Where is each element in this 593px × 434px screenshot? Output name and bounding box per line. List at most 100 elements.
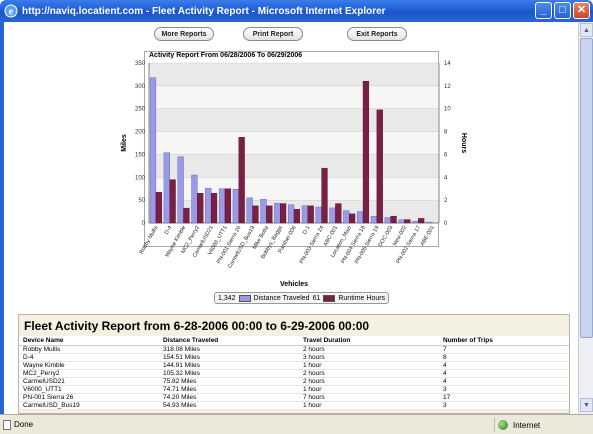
vertical-scrollbar[interactable]: ▲ ▼ — [578, 22, 593, 414]
y2-tick-label: 0 — [444, 221, 448, 227]
y2-tick-label: 8 — [444, 130, 448, 136]
table-cell: 7 — [439, 345, 569, 354]
bar-runtime — [307, 205, 314, 224]
table-cell: 17 — [439, 393, 569, 402]
y2-tick-label: 4 — [444, 175, 448, 181]
table-cell: V6000_UTT1 — [19, 385, 159, 394]
scroll-down-icon[interactable]: ▼ — [580, 398, 593, 412]
bar-runtime — [169, 179, 176, 224]
x-tick-label: Robby Mullis — [139, 225, 160, 255]
table-row: V6000_UTT1 74.71 Miles 1 hour 3 — [19, 385, 569, 394]
bar-distance — [246, 197, 253, 224]
table-row: CarmelUSD21 75.82 Miles 2 hours 4 — [19, 377, 569, 386]
bar-distance — [357, 211, 364, 224]
bar-runtime — [252, 205, 259, 224]
status-bar: Done Internet — [0, 414, 593, 434]
bar-runtime — [238, 137, 245, 224]
hours-swatch — [323, 294, 336, 302]
table-header-row: Device Name Distance Traveled Travel Dur… — [19, 336, 569, 346]
table-cell: D-4 — [19, 353, 159, 362]
scroll-thumb[interactable] — [580, 38, 593, 338]
window-title: http://naviq.locatient.com - Fleet Activ… — [22, 5, 386, 17]
x-tick-label: ABE-001 — [420, 225, 436, 247]
bar-runtime — [155, 191, 162, 224]
bar-runtime — [390, 215, 397, 224]
bar-runtime — [197, 193, 204, 224]
bar-runtime — [335, 203, 342, 224]
bar-distance — [260, 199, 267, 224]
bar-runtime — [418, 218, 425, 224]
internet-explorer-icon: e — [4, 4, 18, 18]
bar-distance — [343, 210, 350, 224]
table-row: PN-001 Sierra 26 74.20 Miles 7 hours 17 — [19, 393, 569, 402]
y-tick-label: 300 — [135, 84, 146, 90]
table-row: Wayne Kimble 144.91 Miles 1 hour 4 — [19, 361, 569, 370]
bar-distance — [163, 152, 170, 224]
table-cell: MC2_Perry2 — [19, 369, 159, 378]
table-cell: 7 hours — [299, 393, 439, 402]
grid-band — [149, 131, 439, 155]
bar-runtime — [404, 219, 411, 224]
column-header: Distance Traveled — [159, 336, 299, 346]
y2-tick-label: 6 — [444, 152, 448, 158]
minimize-button[interactable]: _ — [535, 2, 552, 19]
y-axis-label: Miles — [121, 134, 128, 152]
bar-distance — [412, 220, 419, 224]
distance-total: 1,342 — [218, 294, 236, 302]
y-tick-label: 350 — [135, 61, 146, 67]
bar-runtime — [321, 167, 328, 224]
bar-distance — [205, 188, 212, 224]
bar-distance — [426, 221, 433, 224]
column-header: Number of Trips — [439, 336, 569, 346]
maximize-button[interactable]: □ — [554, 2, 571, 19]
y-tick-label: 0 — [142, 221, 146, 227]
hours-total: 61 — [312, 294, 321, 302]
bar-distance — [398, 219, 405, 224]
table-row: Robby Mullis 318.08 Miles 2 hours 7 — [19, 345, 569, 354]
grid-band — [149, 63, 439, 86]
bar-distance — [315, 206, 322, 224]
page-icon — [3, 420, 11, 430]
y-tick-label: 200 — [135, 130, 146, 136]
table-row: D-4 154.51 Miles 3 hours 8 — [19, 353, 569, 362]
table-cell: 54.93 Miles — [159, 401, 299, 410]
table-cell: 154.51 Miles — [159, 353, 299, 362]
table-cell: Robby Mullis — [19, 345, 159, 354]
column-header: Travel Duration — [299, 336, 439, 346]
table-cell: 8 — [439, 353, 569, 362]
more-reports-button[interactable]: More Reports — [154, 27, 214, 41]
bar-distance — [149, 77, 157, 224]
table-cell: 2 hours — [299, 377, 439, 386]
distance-legend-label: Distance Traveled — [253, 294, 310, 302]
title-bar: e http://naviq.locatient.com - Fleet Act… — [0, 0, 593, 22]
x-axis-label: Vehicles — [280, 281, 308, 288]
bar-runtime — [293, 209, 301, 224]
bar-runtime — [376, 109, 383, 224]
svg-text:e: e — [9, 7, 14, 18]
table-cell: 75.82 Miles — [159, 377, 299, 386]
grid-band — [149, 154, 439, 178]
bar-runtime — [349, 213, 356, 224]
table-cell: PN-001 Sierra 26 — [19, 393, 159, 402]
y2-axis-label: Hours — [460, 133, 467, 153]
distance-swatch — [238, 294, 251, 302]
report-section: Fleet Activity Report from 6-28-2006 00:… — [18, 314, 570, 414]
table-cell: Wayne Kimble — [19, 361, 159, 370]
grid-band — [149, 108, 439, 132]
close-button[interactable]: ✕ — [573, 2, 590, 19]
grid-band — [149, 85, 439, 109]
bar-runtime — [266, 205, 273, 224]
exit-reports-button[interactable]: Exit Reports — [347, 27, 407, 41]
activity-chart: 0 50 100 150 200 250 300 350 0 2 4 6 8 10 12 14 Robby Mu… — [121, 61, 467, 288]
y-tick-label: 150 — [135, 152, 146, 158]
bar-distance — [287, 204, 295, 224]
table-cell: 105.32 Miles — [159, 369, 299, 378]
y2-tick-label: 2 — [444, 198, 448, 204]
bar-runtime — [224, 188, 231, 224]
table-row: CarmelUSD_Bus19 54.93 Miles 1 hour 3 — [19, 401, 569, 410]
bar-distance — [177, 156, 184, 224]
scroll-up-icon[interactable]: ▲ — [580, 23, 593, 37]
print-report-button[interactable]: Print Report — [243, 27, 303, 41]
status-text: Done — [14, 420, 34, 429]
table-cell: 3 — [439, 401, 569, 410]
